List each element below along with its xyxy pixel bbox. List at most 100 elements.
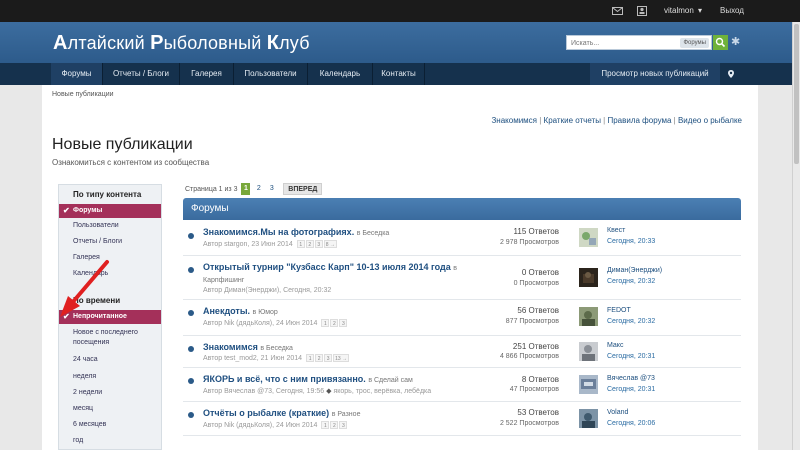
topic-title[interactable]: Анекдоты. [203, 306, 250, 316]
topic-page-link[interactable]: 3 [339, 319, 348, 327]
topic-page-link[interactable]: 2 [305, 240, 314, 248]
site-logo[interactable]: Алтайский Рыболовный Клуб [53, 32, 310, 55]
last-poster[interactable]: Вячеслав @73 [607, 375, 655, 382]
topic-tags[interactable]: якорь, трос, верёвка, лебёдка [333, 388, 431, 395]
last-post-time[interactable]: Сегодня, 20:06 [607, 420, 655, 427]
filter-unread[interactable]: ✔ Непрочитанное [59, 310, 161, 324]
filter-6months[interactable]: 6 месяцев [59, 421, 161, 428]
topic-list: Форумы Знакомимся.Мы на фотографиях. в Б… [183, 198, 741, 450]
page-1-button[interactable]: 1 [241, 183, 251, 195]
chevron-down-icon[interactable]: ▾ [698, 0, 702, 22]
unread-dot-icon[interactable] [188, 233, 194, 239]
avatar[interactable] [579, 342, 598, 361]
avatar[interactable] [579, 268, 598, 287]
page-3-button[interactable]: 3 [267, 183, 276, 195]
topic-page-link[interactable]: 2 [330, 421, 339, 429]
topic-forum[interactable]: в Разное [332, 411, 361, 418]
topic-page-link[interactable]: 3 [324, 354, 333, 362]
unread-dot-icon[interactable] [188, 346, 194, 352]
reply-count: 53 Ответов [517, 408, 559, 417]
topic-title[interactable]: ЯКОРЬ и всё, что с ним привязанно. [203, 374, 366, 384]
envelope-icon[interactable] [612, 0, 623, 22]
topic-page-link[interactable]: 1 [306, 354, 315, 362]
topic-page-link[interactable]: 2 [330, 319, 339, 327]
last-post-time[interactable]: Сегодня, 20:32 [607, 278, 655, 285]
unread-dot-icon[interactable] [188, 267, 194, 273]
filter-calendar[interactable]: Календарь [59, 270, 161, 277]
filter-24h[interactable]: 24 часа [59, 356, 161, 363]
filter-forums[interactable]: ✔ Форумы [59, 204, 161, 218]
topic-forum[interactable]: в Беседка [357, 230, 390, 237]
next-page-button[interactable]: ВПЕРЕД [283, 183, 323, 195]
avatar[interactable] [579, 409, 598, 428]
view-new-content-link[interactable]: Просмотр новых публикаций [590, 63, 720, 85]
avatar[interactable] [579, 375, 598, 394]
quick-link-reports[interactable]: Краткие отчеты [544, 116, 601, 125]
quick-link-intro[interactable]: Знакомимся [491, 116, 537, 125]
nav-tab-gallery[interactable]: Галерея [180, 63, 234, 85]
filter-week[interactable]: неделя [59, 373, 161, 380]
filter-since-last-visit[interactable]: Новое с последнего посещения [59, 328, 159, 348]
topic-page-link[interactable]: 8 → [323, 240, 337, 248]
last-post-time[interactable]: Сегодня, 20:33 [607, 238, 655, 245]
breadcrumb[interactable]: Новые публикации [52, 91, 114, 98]
topic-page-link[interactable]: 1 [321, 319, 330, 327]
nav-tab-calendar[interactable]: Календарь [308, 63, 373, 85]
last-post-time[interactable]: Сегодня, 20:31 [607, 353, 655, 360]
topic-title[interactable]: Открытый турнир "Кузбасс Карп" 10-13 июл… [203, 262, 451, 272]
topic-page-link[interactable]: 2 [315, 354, 324, 362]
topic-forum[interactable]: в Беседка [260, 345, 293, 352]
topic-page-link[interactable]: 1 [321, 421, 330, 429]
search-scope[interactable]: Форумы [680, 38, 709, 48]
table-row: Знакомимся.Мы на фотографиях. в Беседка … [183, 220, 741, 256]
quick-link-video[interactable]: Видео о рыбалке [678, 116, 742, 125]
topic-page-link[interactable]: 13 → [333, 354, 350, 362]
topic-forum[interactable]: в Сделай сам [368, 377, 413, 384]
topic-title[interactable]: Знакомимся [203, 342, 258, 352]
section-title: Форумы [183, 198, 741, 220]
avatar[interactable] [579, 307, 598, 326]
page-2-button[interactable]: 2 [254, 183, 263, 195]
user-card-icon[interactable] [637, 0, 647, 22]
search-button[interactable] [713, 35, 728, 50]
filter-members[interactable]: Пользователи [59, 222, 161, 229]
unread-dot-icon[interactable] [188, 310, 194, 316]
last-post-time[interactable]: Сегодня, 20:32 [607, 318, 655, 325]
logout-link[interactable]: Выход [720, 0, 744, 22]
filter-month[interactable]: месяц [59, 405, 161, 412]
last-poster[interactable]: Диман(Энерджи) [607, 267, 662, 274]
filter-year[interactable]: год [59, 437, 161, 444]
scrollbar-thumb[interactable] [794, 24, 799, 164]
topic-page-link[interactable]: 1 [296, 240, 305, 248]
unread-dot-icon[interactable] [188, 412, 194, 418]
quick-link-rules[interactable]: Правила форума [607, 116, 671, 125]
username-link[interactable]: vitalmon [664, 0, 694, 22]
avatar[interactable] [579, 228, 598, 247]
view-count: 2 522 Просмотров [499, 420, 559, 427]
last-poster[interactable]: Квест [607, 227, 625, 234]
nav-tab-members[interactable]: Пользователи [234, 63, 308, 85]
map-pin-icon[interactable] [722, 63, 740, 85]
topic-pages: 123 [320, 421, 348, 429]
gear-icon[interactable]: ✱ [731, 36, 743, 48]
last-poster[interactable]: Макс [607, 342, 623, 349]
nav-tab-contacts[interactable]: Контакты [373, 63, 425, 85]
filter-blogs[interactable]: Отчеты / Блоги [59, 238, 161, 245]
topic-title[interactable]: Знакомимся.Мы на фотографиях. [203, 227, 354, 237]
filter-gallery[interactable]: Галерея [59, 254, 161, 261]
content-page: Новые публикации Знакомимся | Краткие от… [42, 85, 758, 450]
topic-forum[interactable]: в Юмор [253, 309, 278, 316]
last-poster[interactable]: Voland [607, 409, 628, 416]
filter-2weeks[interactable]: 2 недели [59, 389, 161, 396]
nav-tab-forums[interactable]: Форумы [51, 63, 103, 85]
unread-dot-icon[interactable] [188, 378, 194, 384]
nav-tab-blogs[interactable]: Отчеты / Блоги [103, 63, 180, 85]
topic-page-link[interactable]: 3 [339, 421, 348, 429]
scrollbar[interactable] [792, 22, 800, 450]
search-input[interactable] [571, 37, 679, 49]
topic-page-link[interactable]: 3 [314, 240, 323, 248]
topic-title[interactable]: Отчёты о рыбалке (краткие) [203, 408, 329, 418]
last-post-time[interactable]: Сегодня, 20:31 [607, 386, 655, 393]
check-icon: ✔ [63, 206, 70, 215]
last-poster[interactable]: FEDOT [607, 307, 631, 314]
